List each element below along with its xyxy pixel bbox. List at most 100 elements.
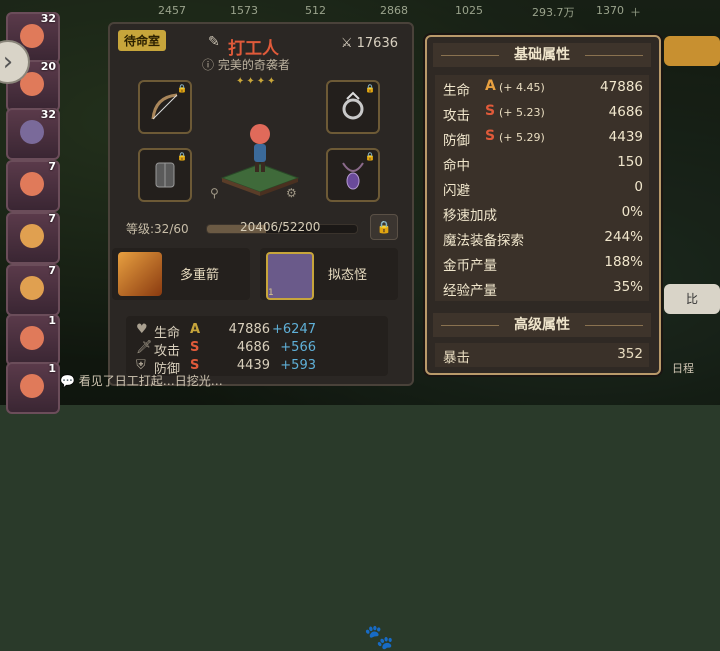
gear-icon[interactable]: ⚙: [286, 186, 297, 200]
stat-value: 47886: [228, 322, 270, 337]
hero-level: 32: [40, 12, 56, 25]
lock-icon: 🔒: [177, 84, 187, 93]
crossed-swords-icon: ⚔: [340, 36, 357, 51]
hero-level: 1: [48, 362, 56, 375]
attr-key: 魔法装备探索: [443, 233, 524, 249]
hero-level: 7: [48, 212, 56, 225]
attr-value: 244%: [604, 229, 643, 245]
stat-grade: A: [190, 322, 201, 337]
hero-portrait: [20, 276, 44, 300]
attr-row: 生命 A (+ 4.45) 47886: [443, 77, 643, 99]
hero-portrait: [20, 24, 44, 48]
crystal-skill-icon: [118, 252, 162, 296]
attr-value: 35%: [612, 279, 643, 295]
ring-slot[interactable]: 🔒: [326, 80, 380, 134]
hero-card[interactable]: 32: [6, 108, 60, 160]
chat-ticker[interactable]: 💬 看见了日工打起…日挖光…: [60, 372, 223, 389]
hero-card[interactable]: 7: [6, 212, 60, 264]
hero-title: ⓘ 完美的奇袭者: [202, 56, 290, 73]
schedule-label: 日程: [672, 362, 694, 375]
currency-value: 1573: [230, 4, 258, 17]
armor-slot[interactable]: 🔒: [138, 148, 192, 202]
edge-button[interactable]: [664, 36, 720, 66]
lock-icon: 🔒: [365, 152, 375, 161]
stat-bonus: +593: [280, 358, 316, 373]
hero-card[interactable]: 7: [6, 264, 60, 316]
attr-bonus: (+ 5.23): [499, 106, 545, 119]
attr-bonus: (+ 5.29): [499, 131, 545, 144]
stat-row: ♥ 生命 A 47886 +6247: [136, 322, 316, 341]
star-rating: ✦✦✦✦: [236, 76, 278, 87]
hero-portrait: [20, 120, 44, 144]
lock-icon: 🔒: [365, 84, 375, 93]
attr-key: 命中: [443, 158, 470, 174]
paw-icon[interactable]: 🐾: [364, 623, 394, 651]
attr-value: 0: [634, 179, 643, 195]
stat-value: 4686: [236, 340, 270, 355]
stat-name: 攻击: [154, 344, 181, 359]
bow-icon: [151, 93, 178, 120]
status-tag: 待命室: [118, 30, 167, 51]
attr-row: 暴击 352: [435, 343, 649, 367]
attr-row: 移速加成 0%: [443, 202, 643, 224]
attribute-panel: 基础属性 生命 A (+ 4.45) 47886 攻击 S (+ 5.23) 4686 防御…: [425, 35, 661, 375]
hero-card[interactable]: 1: [6, 362, 60, 414]
bow-slot[interactable]: 🔒: [138, 80, 192, 134]
attr-grade: S: [485, 103, 496, 119]
skill-label: 多重箭: [180, 268, 220, 283]
currency-bar: 2457 1573 512 2868 1025 293.7万 1370 ＋: [0, 0, 720, 22]
attr-key: 攻击: [443, 108, 470, 124]
attr-row: 攻击 S (+ 5.23) 4686: [443, 102, 643, 124]
currency-value: 2868: [380, 4, 408, 17]
hero-level: 1: [48, 314, 56, 327]
skill-mimic[interactable]: 1 拟态怪: [260, 248, 398, 300]
stats-summary: ♥ 生命 A 47886 +6247 🗡 攻击 S 4686 +566 ⛨ 防御…: [126, 316, 394, 651]
attr-row: 闪避 0: [443, 177, 643, 199]
stat-row: 🗡 攻击 S 4686 +566: [136, 340, 316, 359]
hero-detail-panel: 待命室 ✎ 打工人 ⚔ 17636 ⓘ 完美的奇袭者 ✦✦✦✦ 🔒 🔒 🔒 🔒: [108, 22, 414, 651]
attr-key: 生命: [443, 83, 470, 99]
stat-name: 生命: [154, 326, 181, 341]
compare-label: 比: [685, 292, 698, 306]
stat-bonus: +6247: [272, 322, 316, 337]
hero-title-text: 完美的奇袭者: [217, 58, 290, 72]
pencil-icon[interactable]: ✎: [208, 34, 220, 50]
plus-icon[interactable]: ＋: [630, 4, 641, 20]
compare-button[interactable]: 比: [664, 284, 720, 314]
attr-value: 47886: [600, 79, 643, 95]
xp-text: 20406/52200: [240, 220, 321, 234]
hero-level: 20: [40, 60, 56, 73]
hero-card[interactable]: 7: [6, 160, 60, 212]
amulet-slot[interactable]: 🔒: [326, 148, 380, 202]
hero-portrait: [20, 172, 44, 196]
hero-portrait: [20, 326, 44, 350]
attr-key: 金币产量: [443, 258, 497, 274]
advanced-attributes-title: 高级属性: [433, 313, 651, 337]
lock-icon: 🔒: [376, 220, 392, 234]
lock-icon: 🔒: [177, 152, 187, 161]
hero-portrait: [20, 224, 44, 248]
attr-key: 闪避: [443, 183, 470, 199]
amulet-icon: [342, 162, 364, 190]
hero-portrait: [20, 374, 44, 398]
attr-value: 352: [617, 346, 643, 362]
attr-value: 150: [617, 154, 643, 170]
attr-row: 防御 S (+ 5.29) 4439: [443, 127, 643, 149]
attr-key: 暴击: [443, 350, 470, 366]
info-icon[interactable]: ⓘ: [202, 58, 218, 72]
attr-grade: S: [485, 128, 496, 144]
attr-key: 移速加成: [443, 208, 497, 224]
heart-icon: ♥: [136, 322, 148, 337]
swap-icon[interactable]: ⚲: [210, 186, 219, 200]
skill-multishot[interactable]: 多重箭: [112, 248, 250, 300]
currency-value: 1370: [596, 4, 624, 17]
attr-value: 188%: [604, 254, 643, 270]
attr-value: 0%: [621, 204, 643, 220]
ring-icon: [342, 91, 364, 120]
attr-value: 4439: [608, 129, 643, 145]
chat-text: 看见了日工打起…日挖光…: [78, 374, 223, 388]
hero-card[interactable]: 1: [6, 314, 60, 366]
lock-button[interactable]: 🔒: [370, 214, 398, 240]
hero-level: 7: [48, 264, 56, 277]
level-label: 等级:32/60: [126, 222, 189, 236]
